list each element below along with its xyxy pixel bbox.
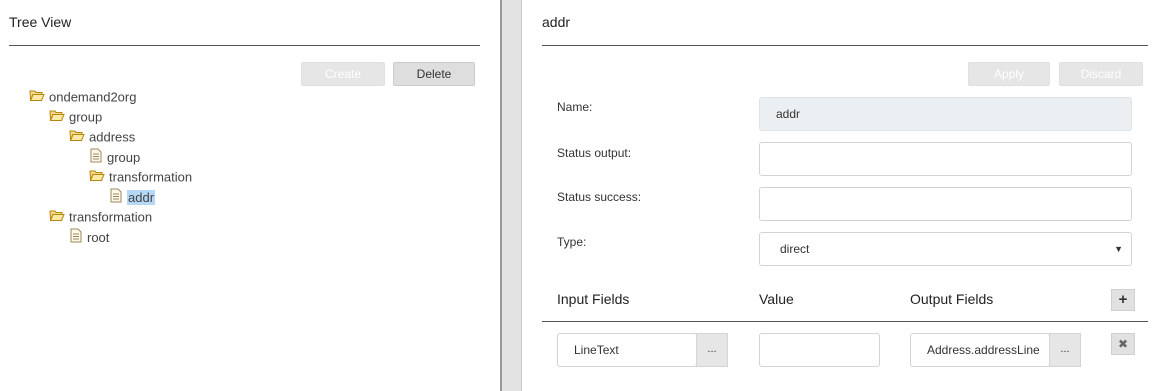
status-output-label: Status output:	[557, 146, 632, 160]
apply-button[interactable]: Apply	[968, 62, 1050, 86]
name-label: Name:	[557, 100, 593, 114]
input-field-value[interactable]: LineText	[557, 333, 697, 367]
input-fields-header: Input Fields	[557, 291, 630, 307]
delete-button[interactable]: Delete	[393, 62, 475, 86]
folder-open-icon	[49, 209, 65, 227]
type-select[interactable]: direct ▼	[759, 232, 1132, 266]
tree-node-label: transformation	[109, 169, 193, 185]
type-select-value: direct	[780, 242, 810, 256]
tree-node-ondemand2org[interactable]: ondemand2org	[29, 88, 136, 106]
output-field-browse-button[interactable]: ...	[1049, 333, 1081, 367]
tree-node-label: group	[69, 109, 103, 125]
tree-node-addr[interactable]: addr	[109, 188, 156, 208]
detail-title: addr	[542, 14, 571, 30]
folder-open-icon	[29, 89, 45, 107]
file-icon	[89, 148, 103, 168]
tree-node-label: group	[107, 150, 141, 165]
tree-node-group-file[interactable]: group	[89, 148, 140, 166]
tree-node-transformation-root[interactable]: transformation	[49, 208, 152, 226]
tree-view-divider	[9, 45, 480, 46]
value-field[interactable]	[759, 333, 880, 367]
tree-node-group[interactable]: group	[49, 108, 102, 126]
file-icon	[69, 228, 83, 248]
file-icon	[109, 188, 123, 208]
tree-node-root[interactable]: root	[69, 228, 109, 246]
status-success-field[interactable]	[759, 187, 1132, 221]
input-field-browse-button[interactable]: ...	[696, 333, 728, 367]
discard-button[interactable]: Discard	[1059, 62, 1143, 86]
detail-panel: addr Apply Discard Name: addr Status out…	[522, 0, 1159, 391]
tree-node-label: address	[89, 129, 136, 145]
mapping-divider	[542, 321, 1148, 322]
detail-divider	[542, 45, 1148, 46]
tree-node-address[interactable]: address	[69, 128, 135, 146]
type-label: Type:	[557, 235, 587, 249]
tree-view-panel: Tree View Create Delete ondemand2org gro…	[0, 0, 500, 391]
tree-view-title: Tree View	[9, 14, 72, 30]
remove-row-button[interactable]: ✖	[1111, 333, 1135, 355]
tree-node-label: transformation	[69, 209, 153, 225]
chevron-down-icon: ▼	[1114, 244, 1123, 254]
folder-open-icon	[69, 129, 85, 147]
output-field-value[interactable]: Address.addressLine	[910, 333, 1050, 367]
status-output-field[interactable]	[759, 142, 1132, 176]
folder-open-icon	[89, 169, 105, 187]
tree-node-transformation[interactable]: transformation	[89, 168, 192, 186]
tree-node-label: root	[87, 230, 110, 245]
tree-node-label: ondemand2org	[49, 89, 137, 105]
output-fields-header: Output Fields	[910, 291, 994, 307]
folder-open-icon	[49, 109, 65, 127]
tree-node-label: addr	[127, 190, 156, 205]
create-button[interactable]: Create	[301, 62, 385, 86]
value-header: Value	[759, 291, 794, 307]
add-row-button[interactable]: +	[1111, 289, 1135, 311]
status-success-label: Status success:	[557, 190, 642, 204]
name-field[interactable]: addr	[759, 97, 1132, 131]
panel-splitter[interactable]	[500, 0, 522, 391]
